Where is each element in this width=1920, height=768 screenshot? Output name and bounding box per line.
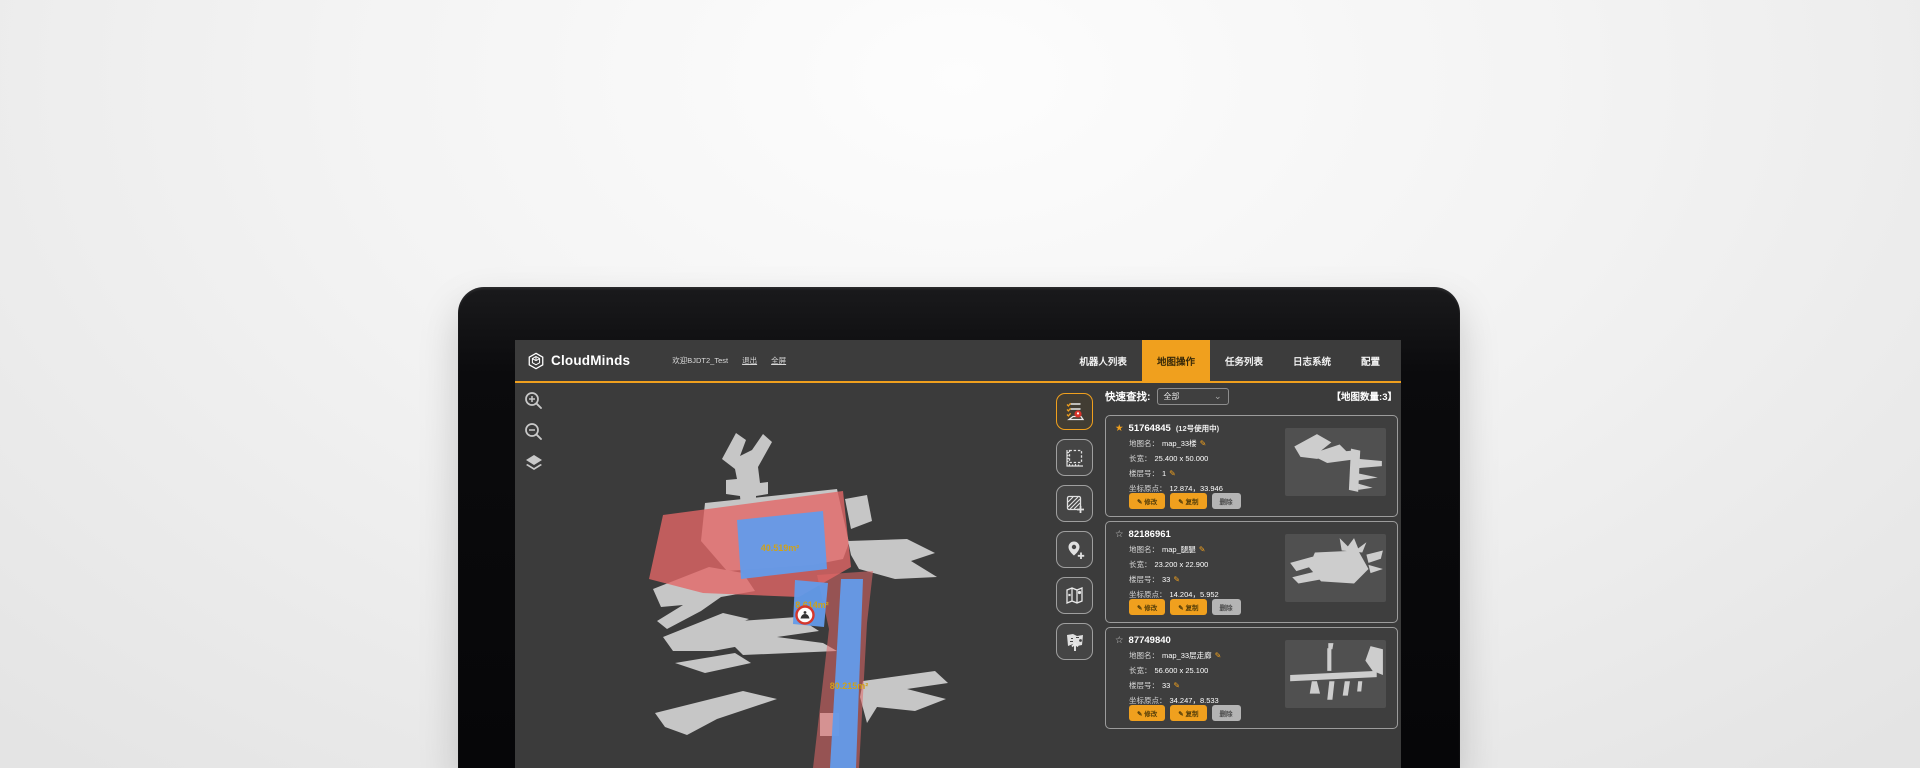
logout-link[interactable]: 退出 xyxy=(742,355,757,366)
map-thumbnail-image xyxy=(1285,640,1386,708)
tab-config[interactable]: 配置 xyxy=(1346,340,1395,381)
map-thumbnail[interactable] xyxy=(1285,640,1386,708)
card-buttons: ✎ 修改 ✎ 复制 删除 xyxy=(1129,599,1241,615)
add-region-button[interactable] xyxy=(1056,485,1093,522)
map-zoom-tools xyxy=(523,390,545,474)
edit-pencil-icon[interactable]: ✎ xyxy=(1173,575,1180,584)
map-thumbnail-image xyxy=(1285,534,1386,602)
copy-button[interactable]: ✎ 复制 xyxy=(1170,705,1206,721)
quick-find-label: 快速查找: xyxy=(1105,389,1151,404)
delete-button[interactable]: 删除 xyxy=(1212,493,1241,509)
map-action-toolbar xyxy=(1056,393,1093,660)
map-status: (12号使用中) xyxy=(1176,423,1219,434)
edit-pencil-icon[interactable]: ✎ xyxy=(1173,681,1180,690)
tab-log-system[interactable]: 日志系统 xyxy=(1278,340,1346,381)
favorite-star-icon[interactable]: ☆ xyxy=(1115,529,1124,540)
app-screen: CloudMinds 欢迎BJDT2_Test 退出 全屏 机器人列表 地图操作… xyxy=(515,340,1401,768)
map-card-list: ★ 51764845 (12号使用中) 地图名： map_33楼 ✎ 长宽： 2… xyxy=(1105,415,1399,729)
edit-pencil-icon[interactable]: ✎ xyxy=(1169,469,1176,478)
map-id: 87749840 xyxy=(1129,635,1171,646)
map-thumbnail[interactable] xyxy=(1285,534,1386,602)
header-accent-rule xyxy=(515,381,1401,383)
modify-button[interactable]: ✎ 修改 xyxy=(1129,705,1165,721)
copy-button[interactable]: ✎ 复制 xyxy=(1170,599,1206,615)
quick-find-row: 快速查找: 全部 ⌄ 【地图数量:3】 xyxy=(1105,383,1399,409)
map-id: 51764845 xyxy=(1129,423,1171,434)
map-card-3[interactable]: ☆ 87749840 地图名： map_33层走廊 ✎ 长宽： 56.600 x… xyxy=(1105,627,1398,729)
layers-icon[interactable] xyxy=(523,452,545,474)
map-count-badge: 【地图数量:3】 xyxy=(1332,389,1397,403)
laptop-frame: CloudMinds 欢迎BJDT2_Test 退出 全屏 机器人列表 地图操作… xyxy=(458,287,1460,768)
tab-robot-list[interactable]: 机器人列表 xyxy=(1064,340,1142,381)
top-header: CloudMinds 欢迎BJDT2_Test 退出 全屏 机器人列表 地图操作… xyxy=(515,340,1401,381)
map-thumbnail-image xyxy=(1285,428,1386,496)
favorite-star-icon[interactable]: ★ xyxy=(1115,423,1124,434)
tab-map-operation[interactable]: 地图操作 xyxy=(1142,340,1210,381)
measure-icon xyxy=(1064,447,1086,469)
measure-button[interactable] xyxy=(1056,439,1093,476)
upload-map-button[interactable] xyxy=(1056,623,1093,660)
tab-task-list[interactable]: 任务列表 xyxy=(1210,340,1278,381)
map-list-panel: 快速查找: 全部 ⌄ 【地图数量:3】 ★ 51764845 (12号使用中) xyxy=(1105,383,1399,729)
fullscreen-link[interactable]: 全屏 xyxy=(771,355,786,366)
map-list-icon xyxy=(1064,401,1086,423)
cloudminds-logo: CloudMinds xyxy=(527,352,630,370)
area-label-1: 40.519m² xyxy=(761,543,800,553)
edit-pencil-icon[interactable]: ✎ xyxy=(1199,545,1206,554)
welcome-text: 欢迎BJDT2_Test xyxy=(672,355,728,366)
zoom-out-icon[interactable] xyxy=(523,421,545,443)
map-list-button[interactable] xyxy=(1056,393,1093,430)
map-card-1[interactable]: ★ 51764845 (12号使用中) 地图名： map_33楼 ✎ 长宽： 2… xyxy=(1105,415,1398,517)
edit-pencil-icon[interactable]: ✎ xyxy=(1200,439,1207,448)
map-canvas[interactable]: 40.519m² 8.614m² 80.215m² xyxy=(515,383,1055,768)
map-card-2[interactable]: ☆ 82186961 地图名： map_腿腿 ✎ 长宽： 23.200 x 22… xyxy=(1105,521,1398,623)
chevron-down-icon: ⌄ xyxy=(1214,393,1222,399)
favorite-star-icon[interactable]: ☆ xyxy=(1115,635,1124,646)
map-filter-dropdown[interactable]: 全部 ⌄ xyxy=(1157,388,1229,405)
add-point-icon xyxy=(1064,539,1086,561)
delete-button[interactable]: 删除 xyxy=(1212,705,1241,721)
upload-map-icon xyxy=(1064,631,1086,653)
edit-pencil-icon[interactable]: ✎ xyxy=(1215,651,1222,660)
card-buttons: ✎ 修改 ✎ 复制 删除 xyxy=(1129,705,1241,721)
modify-button[interactable]: ✎ 修改 xyxy=(1129,493,1165,509)
map-id: 82186961 xyxy=(1129,529,1171,540)
map-marker-button[interactable] xyxy=(1056,577,1093,614)
robot-position-marker[interactable] xyxy=(797,607,814,624)
map-filter-value: 全部 xyxy=(1164,391,1180,402)
copy-button[interactable]: ✎ 复制 xyxy=(1170,493,1206,509)
area-label-3: 80.215m² xyxy=(830,681,869,691)
session-group: 欢迎BJDT2_Test 退出 全屏 xyxy=(672,355,786,366)
nav-tabs: 机器人列表 地图操作 任务列表 日志系统 配置 xyxy=(1064,340,1401,381)
card-buttons: ✎ 修改 ✎ 复制 删除 xyxy=(1129,493,1241,509)
map-thumbnail[interactable] xyxy=(1285,428,1386,496)
add-point-button[interactable] xyxy=(1056,531,1093,568)
logo-text: CloudMinds xyxy=(551,353,630,368)
delete-button[interactable]: 删除 xyxy=(1212,599,1241,615)
modify-button[interactable]: ✎ 修改 xyxy=(1129,599,1165,615)
cloudminds-cube-icon xyxy=(527,352,545,370)
add-region-icon xyxy=(1064,493,1086,515)
map-marker-icon xyxy=(1064,585,1086,607)
zoom-in-icon[interactable] xyxy=(523,390,545,412)
